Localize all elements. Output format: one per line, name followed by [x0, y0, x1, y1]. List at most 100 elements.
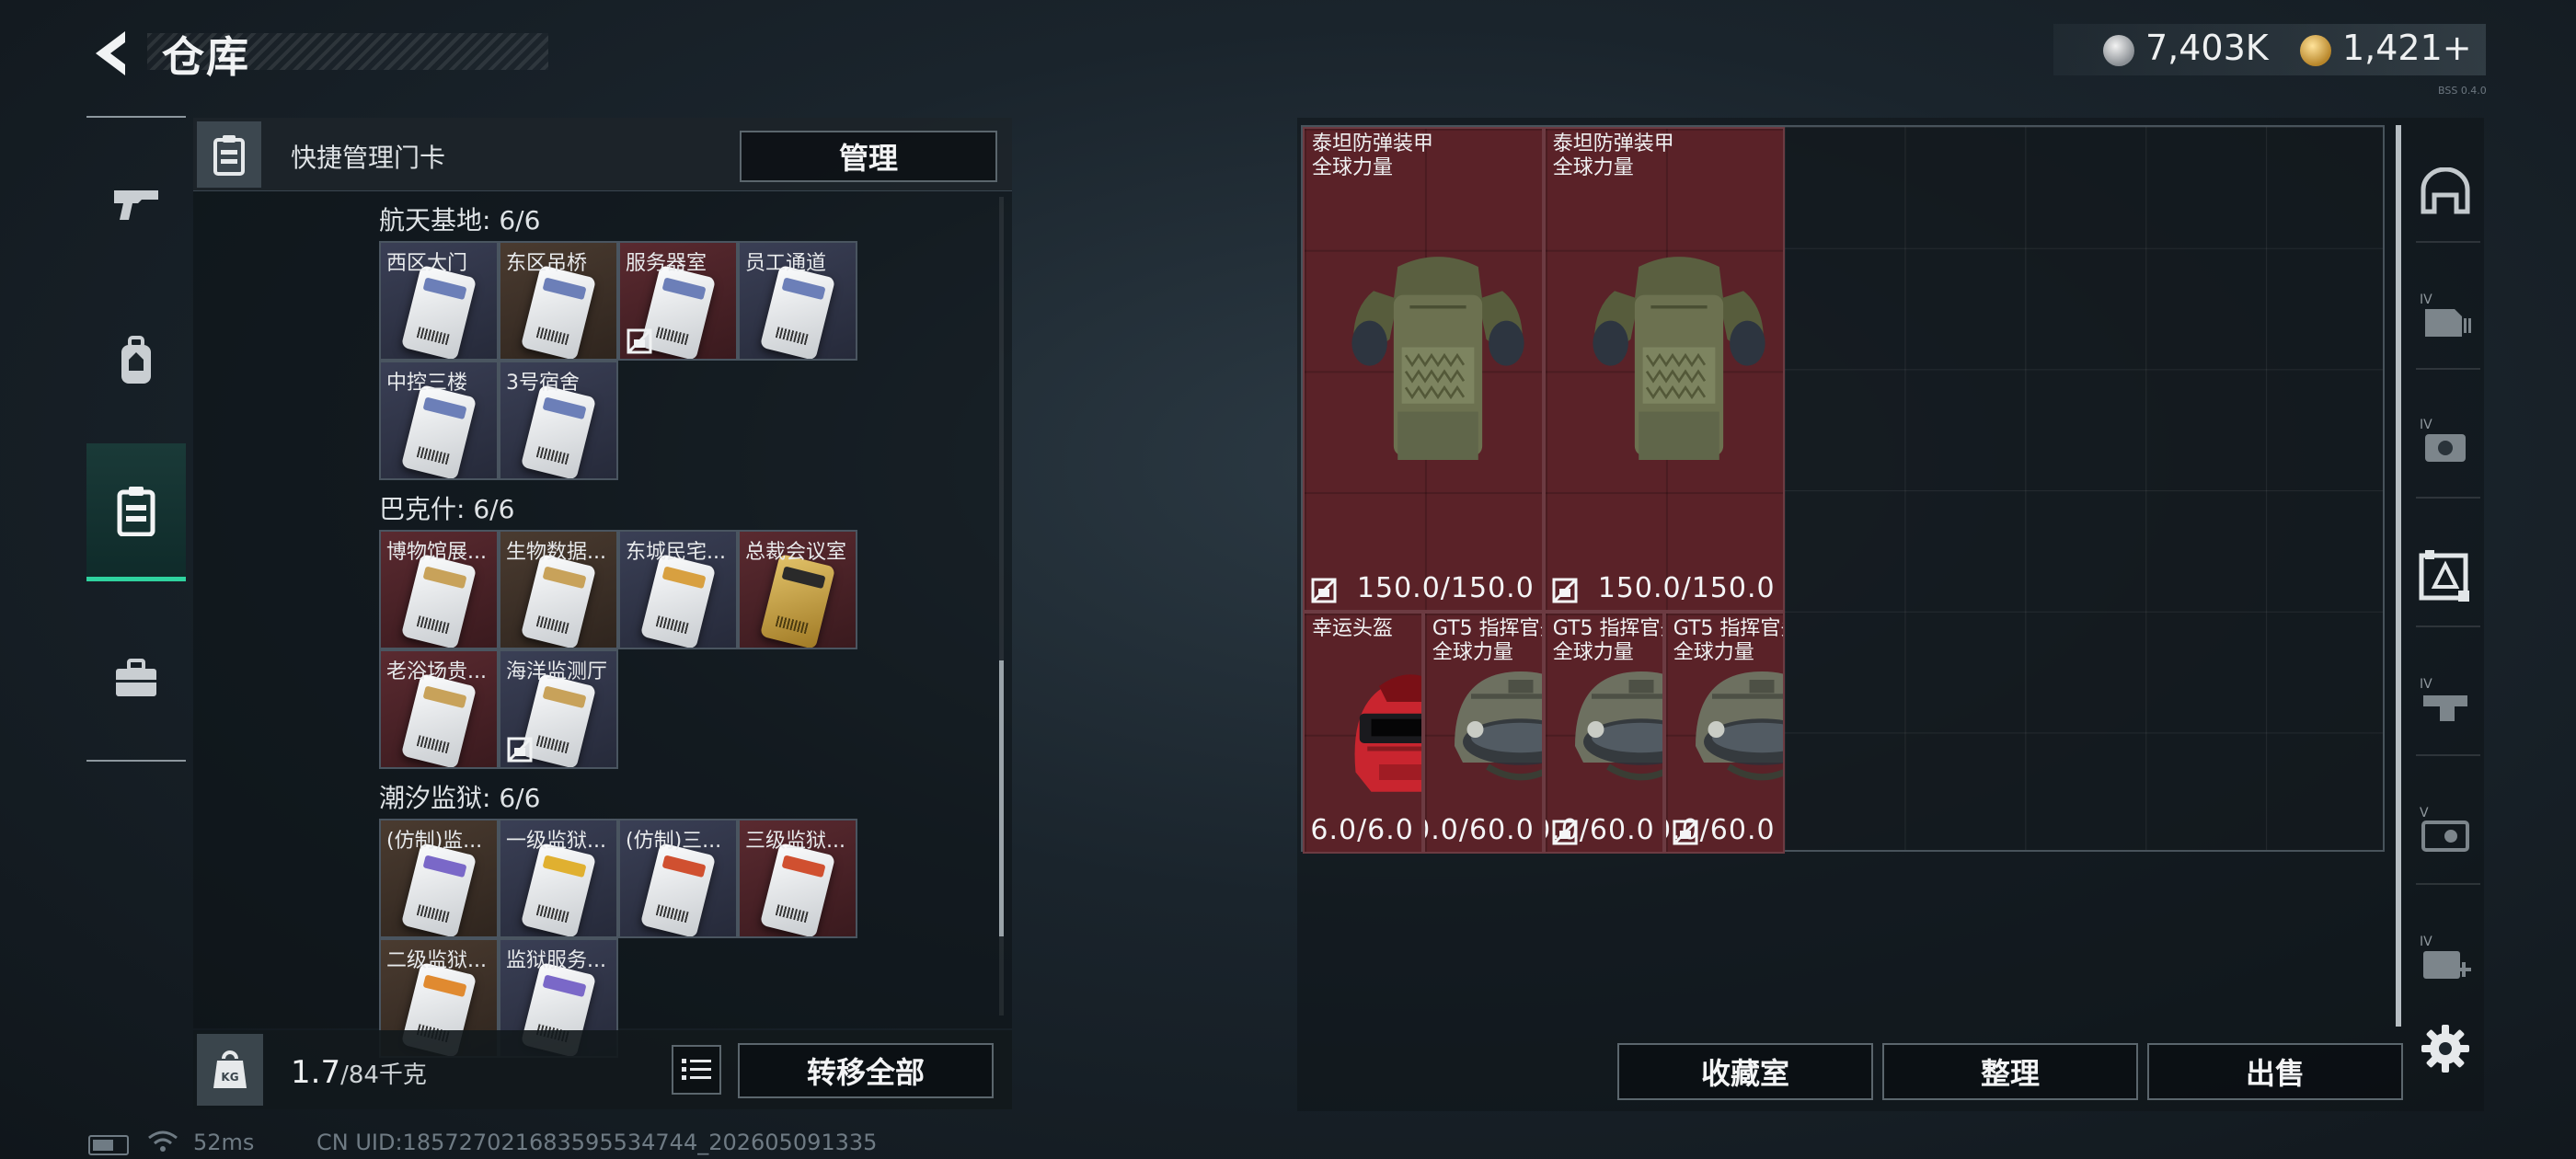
- no-insure-icon: [506, 736, 534, 763]
- keycard-label: 生物数据...: [506, 541, 606, 564]
- rig-filter-icon: IV: [2420, 677, 2467, 721]
- filter-divider: [2416, 754, 2480, 756]
- keycard-image: [400, 553, 477, 648]
- storage-item-lucky-helmet[interactable]: 幸运头盔 6.0/6.0: [1303, 611, 1423, 855]
- filter-helmet[interactable]: [2410, 156, 2480, 226]
- keycard-image: [759, 264, 836, 359]
- item-name: 幸运头盔: [1312, 617, 1393, 641]
- keycard-slot[interactable]: 东城民宅...: [618, 530, 738, 649]
- item-title: GT5 指挥官头盔: [1673, 616, 1783, 640]
- keycard-slot[interactable]: 总裁会议室: [738, 530, 857, 649]
- keycard-label: 中控三楼: [386, 372, 468, 395]
- keycard-image: [520, 264, 597, 359]
- keycard-label: 三级监狱...: [745, 830, 845, 853]
- keycard-slot[interactable]: 一级监狱...: [499, 819, 618, 938]
- keycard-label: 东城民宅...: [626, 541, 726, 564]
- keycard-label: 3号宿舍: [506, 372, 580, 395]
- keycard-label: (仿制)监...: [386, 830, 483, 853]
- svg-text:IV: IV: [2420, 677, 2432, 692]
- keycard-image: [520, 384, 597, 478]
- keycard-image: [520, 553, 597, 648]
- item-subtitle: 全球力量: [1432, 640, 1513, 664]
- filter-backpack[interactable]: IV: [2410, 407, 2480, 476]
- svg-text:IV: IV: [2420, 293, 2432, 307]
- manage-button[interactable]: 管理: [740, 131, 997, 182]
- no-insure-icon: [1551, 819, 1579, 846]
- filter-armor[interactable]: IV: [2410, 281, 2480, 351]
- item-title: 泰坦防弹装甲: [1552, 132, 1674, 155]
- storage-item-helmet[interactable]: GT5 指挥官头盔全球力量 60.0/60.0: [1422, 611, 1544, 855]
- filter-divider: [2416, 625, 2480, 627]
- keycard-slot[interactable]: 中控三楼: [379, 361, 499, 480]
- keycard-slot[interactable]: 员工通道: [738, 241, 857, 361]
- weight-max: /84千克: [340, 1061, 427, 1089]
- gold-coin-icon: [2300, 35, 2331, 66]
- no-insure-icon: [626, 327, 653, 355]
- filter-rig[interactable]: IV: [2410, 666, 2480, 736]
- item-durability: 150.0/150.0: [1597, 571, 1776, 604]
- keycard-image: [639, 553, 717, 648]
- transfer-all-button[interactable]: 转移全部: [738, 1043, 994, 1098]
- item-name: GT5 指挥官头盔全球力量: [1432, 617, 1542, 665]
- nav-item-cases[interactable]: [86, 609, 186, 747]
- svg-text:V: V: [2420, 806, 2429, 820]
- keycard-slot[interactable]: (仿制)监...: [379, 819, 499, 938]
- item-durability: 6.0/6.0: [1310, 814, 1414, 847]
- list-view-button[interactable]: [672, 1045, 721, 1095]
- helmet-filter-icon: [2421, 167, 2470, 214]
- item-name: 泰坦防弹装甲 全球力量: [1553, 132, 1674, 180]
- keycard-slot[interactable]: 东区吊桥: [499, 241, 618, 361]
- nav-item-equipment[interactable]: [86, 293, 186, 430]
- keycard-slot[interactable]: 生物数据...: [499, 530, 618, 649]
- svg-text:KG: KG: [221, 1071, 238, 1084]
- version-tag: BSS 0.4.0: [2438, 85, 2487, 97]
- keycard-section-title: 巴克什: 6/6: [379, 494, 515, 524]
- sort-button[interactable]: 整理: [1882, 1043, 2138, 1100]
- keycard-label: 一级监狱...: [506, 830, 606, 853]
- page-title: 仓库: [162, 32, 250, 82]
- keycard-slot[interactable]: 服务器室: [618, 241, 738, 361]
- keycard-panel-icon: [197, 121, 261, 188]
- storage-item-helmet[interactable]: GT5 指挥官头盔全球力量60.0/60.0: [1663, 611, 1785, 855]
- keycard-slot[interactable]: 西区大门: [379, 241, 499, 361]
- keycard-section-title: 航天基地: 6/6: [379, 205, 541, 235]
- storage-item-armor[interactable]: 泰坦防弹装甲 全球力量 150.0/150.0: [1303, 127, 1544, 612]
- keycard-section-title: 潮汐监狱: 6/6: [379, 783, 541, 813]
- no-insure-icon: [1672, 819, 1699, 846]
- keycard-slot[interactable]: 博物馆展...: [379, 530, 499, 649]
- item-durability: 60.0/60.0: [1425, 814, 1535, 847]
- keycard-slot[interactable]: 老浴场贵...: [379, 649, 499, 769]
- item-name: GT5 指挥官头盔全球力量: [1673, 616, 1783, 665]
- keycard-slot[interactable]: 海洋监测厅: [499, 649, 618, 769]
- storage-item-armor[interactable]: 泰坦防弹装甲 全球力量 150.0/150.0: [1543, 127, 1785, 612]
- keycard-scrollbar-thumb[interactable]: [999, 660, 1004, 936]
- filter-medical[interactable]: IV: [2410, 924, 2480, 993]
- keycard-image: [400, 384, 477, 478]
- sell-button[interactable]: 出售: [2147, 1043, 2403, 1100]
- filter-keycard[interactable]: [2410, 541, 2480, 611]
- nav-item-weapons[interactable]: [86, 134, 186, 272]
- svg-text:IV: IV: [2420, 935, 2432, 949]
- back-arrow-icon[interactable]: [85, 26, 140, 81]
- list-icon: [682, 1059, 711, 1080]
- silver-currency-amount[interactable]: 7,403K: [2145, 28, 2269, 68]
- nav-item-keycards[interactable]: [86, 443, 186, 581]
- keycard-icon: [117, 486, 155, 536]
- storage-scrollbar[interactable]: [2396, 125, 2401, 1027]
- keycard-image: [400, 842, 477, 936]
- gold-currency-amount[interactable]: 1,421+: [2342, 28, 2472, 68]
- nav-divider: [86, 116, 186, 118]
- keycard-slot[interactable]: 3号宿舍: [499, 361, 618, 480]
- keycard-label: (仿制)三...: [626, 830, 722, 853]
- keycard-slot[interactable]: 三级监狱...: [738, 819, 857, 938]
- keycard-panel-title: 快捷管理门卡: [291, 143, 446, 173]
- backpack-icon: [121, 336, 151, 384]
- keycard-label: 东区吊桥: [506, 252, 588, 275]
- collection-room-button[interactable]: 收藏室: [1617, 1043, 1873, 1100]
- storage-item-helmet[interactable]: GT5 指挥官头盔全球力量60.0/60.0: [1543, 611, 1664, 855]
- keycard-slot[interactable]: (仿制)三...: [618, 819, 738, 938]
- settings-gear-icon[interactable]: [2418, 1021, 2473, 1076]
- filter-gun-case[interactable]: V: [2410, 795, 2480, 865]
- gun-case-filter-icon: V: [2420, 806, 2469, 852]
- uid-readout: CN UID:18572702168359553474​4_2026050913…: [316, 1130, 878, 1155]
